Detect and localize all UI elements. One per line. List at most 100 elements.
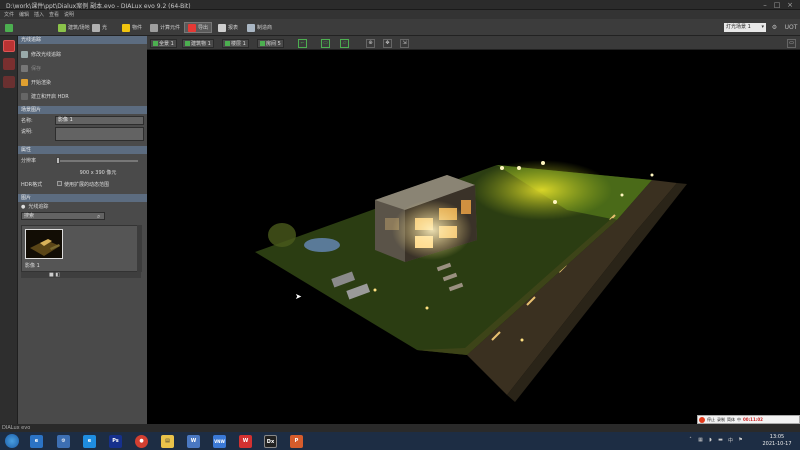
toolbar-light-button[interactable]: 光 bbox=[92, 22, 107, 33]
left-icon-strip bbox=[0, 36, 18, 424]
close-button[interactable]: × bbox=[785, 1, 795, 9]
plan-view-icon[interactable]: ▭ bbox=[321, 39, 330, 48]
taskbar-settings[interactable]: ⚙ bbox=[57, 435, 70, 448]
toolbar-calc-button[interactable]: 计算元件 bbox=[150, 22, 180, 33]
tray-power-icon[interactable]: ▬ bbox=[717, 437, 724, 444]
search-icon[interactable]: ⌕ bbox=[97, 213, 100, 221]
mouse-cursor-icon: ➤ bbox=[295, 292, 302, 301]
save-project-button[interactable] bbox=[5, 22, 13, 33]
resolution-slider-knob[interactable] bbox=[56, 157, 60, 164]
gear-icon[interactable]: ⚙ bbox=[770, 23, 779, 32]
taskbar-dialux[interactable]: Dx bbox=[264, 435, 277, 448]
taskbar-wps[interactable]: W bbox=[239, 435, 252, 448]
title-bar: D:\work\课件\ppt\Dialux案例 副本.evo - DIALux … bbox=[0, 0, 800, 10]
tray-ime-icon[interactable]: 中 bbox=[727, 437, 734, 444]
floppy-icon bbox=[5, 23, 13, 32]
hdr-item[interactable]: 建立和开启 HDR bbox=[18, 93, 147, 100]
modify-raytrace-item[interactable]: 修改光线追踪 bbox=[18, 51, 147, 58]
search-input[interactable]: 搜索 bbox=[21, 212, 105, 220]
ime-state[interactable]: 简体 bbox=[727, 417, 735, 423]
section-scene-image: 场景图片 bbox=[18, 106, 147, 114]
export-image-icon[interactable]: ◧ bbox=[55, 272, 60, 278]
property-panel: 光线追踪 修改光线追踪 保存 开始渲染 建立和开启 HDR 场景图片 名称: 影… bbox=[18, 36, 147, 424]
3d-view-icon[interactable]: ⌐ bbox=[298, 39, 307, 48]
system-clock[interactable]: 13:05 2021-10-17 bbox=[757, 434, 797, 448]
hdr-format-label: HDR格式 bbox=[21, 182, 43, 188]
image-gallery: 影像 1 bbox=[21, 225, 141, 272]
object-icon bbox=[122, 23, 130, 32]
tray-network-icon[interactable]: ▦ bbox=[697, 437, 704, 444]
toolbar-site-button[interactable]: 建筑/场地 bbox=[58, 22, 90, 33]
taskbar-explorer[interactable]: ▤ bbox=[161, 435, 174, 448]
monitor-icon[interactable]: ▭ bbox=[787, 39, 796, 48]
render-thumbnail[interactable] bbox=[25, 229, 63, 259]
start-button[interactable] bbox=[5, 434, 19, 448]
ime-record[interactable]: 录制 bbox=[717, 417, 725, 423]
zoom-extent-icon[interactable]: ⊕ bbox=[366, 39, 375, 48]
save-item[interactable]: 保存 bbox=[18, 65, 147, 72]
save-icon bbox=[21, 65, 28, 72]
section-raytrace: 光线追踪 bbox=[18, 36, 147, 44]
taskbar-ie[interactable]: e bbox=[30, 435, 43, 448]
gallery-scrollbar[interactable] bbox=[137, 225, 142, 272]
taskbar-chrome[interactable]: ● bbox=[135, 435, 148, 448]
menu-help[interactable]: 说明 bbox=[64, 11, 74, 18]
vp-room-button[interactable]: 房间 5 bbox=[257, 39, 284, 48]
taskbar-app7[interactable]: W bbox=[187, 435, 200, 448]
vp-building-button[interactable]: 建筑物 1 bbox=[182, 39, 214, 48]
menu-edit[interactable]: 编辑 bbox=[19, 11, 29, 18]
toolbar-manufacturer-button[interactable]: 制造商 bbox=[247, 22, 272, 33]
tray-speaker-icon[interactable]: ◗ bbox=[707, 437, 714, 444]
toolbar-right-label: UOT bbox=[784, 24, 798, 31]
toolbar-report-button[interactable]: 报表 bbox=[218, 22, 238, 33]
taskbar: e ⚙ e Ps ● ▤ W VNW W Dx P ˄ ▦ ◗ ▬ 中 ⚑ 13… bbox=[0, 432, 800, 450]
scene-select[interactable]: 灯光场景 1 ▾ bbox=[724, 23, 766, 32]
strip-export-button[interactable] bbox=[3, 76, 15, 88]
strip-view-button[interactable] bbox=[3, 40, 15, 52]
minimize-button[interactable]: – bbox=[760, 1, 770, 9]
start-render-item[interactable]: 开始渲染 bbox=[18, 79, 147, 86]
delete-icon[interactable]: ■ bbox=[49, 272, 54, 278]
pan-icon[interactable]: ✥ bbox=[383, 39, 392, 48]
chevron-down-icon: ▾ bbox=[761, 24, 764, 30]
taskbar-photoshop[interactable]: Ps bbox=[109, 435, 122, 448]
taskbar-vnw[interactable]: VNW bbox=[213, 435, 226, 448]
menu-file[interactable]: 文件 bbox=[4, 11, 14, 18]
floor-icon bbox=[225, 41, 230, 46]
ime-lang[interactable]: 中 bbox=[737, 417, 741, 423]
vp-floor-button[interactable]: 楼层 1 bbox=[222, 39, 249, 48]
3d-viewport[interactable] bbox=[147, 50, 800, 424]
name-field[interactable]: 影像 1 bbox=[55, 116, 144, 125]
description-field[interactable] bbox=[55, 127, 144, 141]
toolbar-export-button[interactable]: 导出 bbox=[184, 22, 213, 33]
maximize-button[interactable]: □ bbox=[772, 1, 782, 9]
tray-up-icon[interactable]: ˄ bbox=[687, 437, 694, 444]
taskbar-ie2[interactable]: e bbox=[83, 435, 96, 448]
menu-insert[interactable]: 插入 bbox=[34, 11, 44, 18]
resolution-label: 分辨率 bbox=[21, 158, 37, 164]
toolbar-object-button[interactable]: 物件 bbox=[122, 22, 142, 33]
main-toolbar: 建筑/场地 光 物件 计算元件 导出 报表 制造商 灯光场景 1 ▾ ⚙ UOT bbox=[0, 19, 800, 36]
menu-bar: 文件 编辑 插入 查看 说明 bbox=[0, 10, 800, 19]
raytrace-icon bbox=[21, 51, 28, 58]
section-images: 图片 bbox=[18, 194, 147, 202]
room-icon bbox=[260, 41, 265, 46]
hdr-checkbox-label: 使用扩展的动态范围 bbox=[64, 182, 110, 188]
viewport-toolbar: 全景 1 建筑物 1 楼层 1 房间 5 ⌐ ▭ ▱ ⊕ ✥ ⇲ ▭ bbox=[147, 36, 800, 50]
hdr-checkbox[interactable] bbox=[57, 181, 62, 186]
ime-stop[interactable]: 停止 bbox=[707, 417, 715, 423]
building-icon bbox=[185, 41, 190, 46]
strip-raytrace-button[interactable] bbox=[3, 58, 15, 70]
menu-view[interactable]: 查看 bbox=[49, 11, 59, 18]
name-label: 名称: bbox=[21, 118, 33, 124]
description-label: 说明: bbox=[21, 129, 33, 135]
tray-flag-icon[interactable]: ⚑ bbox=[737, 437, 744, 444]
measure-icon[interactable]: ⇲ bbox=[400, 39, 409, 48]
rendered-scene bbox=[255, 160, 687, 402]
resolution-slider[interactable] bbox=[58, 160, 138, 162]
taskbar-ppt[interactable]: P bbox=[290, 435, 303, 448]
images-raytrace-group[interactable]: ● 光线追踪 bbox=[18, 203, 147, 211]
manufacturer-icon bbox=[247, 23, 255, 32]
vp-panorama-button[interactable]: 全景 1 bbox=[150, 39, 177, 48]
elevation-view-icon[interactable]: ▱ bbox=[340, 39, 349, 48]
